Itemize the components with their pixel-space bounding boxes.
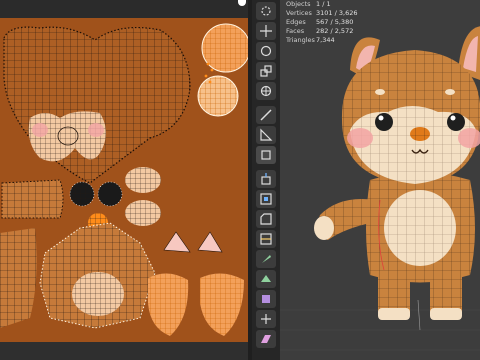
stat-label: Objects: [286, 0, 311, 8]
3d-viewport[interactable]: Objects 1 / 1 Vertices 3101 / 3,626 Edges 5…: [280, 0, 480, 360]
annotate-icon[interactable]: [256, 106, 276, 124]
axis-line: [417, 299, 421, 331]
uv-editor-panel[interactable]: [0, 0, 248, 360]
stat-edges: Edges 567 / 5,380: [286, 18, 357, 27]
model-eye-left: [375, 113, 393, 131]
stat-triangles: Triangles 7,344: [286, 36, 357, 45]
stat-label: Triangles: [286, 36, 315, 44]
transform-icon[interactable]: [256, 82, 276, 100]
stat-label: Edges: [286, 18, 306, 26]
tool-shelf: [252, 0, 280, 360]
stat-value: 7,344: [316, 36, 335, 44]
shiba-model[interactable]: [280, 0, 480, 360]
inset-icon[interactable]: [256, 190, 276, 208]
stat-value: 1 / 1: [316, 0, 331, 8]
measure-icon[interactable]: [256, 126, 276, 144]
poly-build-icon[interactable]: [256, 270, 276, 288]
model-arm: [314, 199, 375, 240]
stat-label: Faces: [286, 27, 305, 35]
move-icon[interactable]: [256, 22, 276, 40]
stat-value: 567 / 5,380: [316, 18, 354, 26]
shear-icon[interactable]: [256, 330, 276, 348]
model-body: [366, 172, 475, 283]
scale-icon[interactable]: [256, 62, 276, 80]
uv-editor-header: [0, 0, 248, 18]
model-head: [341, 50, 480, 185]
uv-island-strips: [1, 179, 64, 219]
bevel-icon[interactable]: [256, 210, 276, 228]
scene-statistics: Objects 1 / 1 Vertices 3101 / 3,626 Edges 5…: [286, 0, 357, 45]
stat-objects: Objects 1 / 1: [286, 0, 357, 9]
knife-icon[interactable]: [256, 250, 276, 268]
loop-cut-icon[interactable]: [256, 230, 276, 248]
uv-canvas[interactable]: [0, 18, 248, 342]
stat-vertices: Vertices 3101 / 3,626: [286, 9, 357, 18]
extrude-icon[interactable]: [256, 170, 276, 188]
spin-icon[interactable]: [256, 290, 276, 308]
cursor-icon[interactable]: [256, 2, 276, 20]
uv-island-face: [28, 111, 106, 162]
stat-faces: Faces 282 / 2,572: [286, 27, 357, 36]
rotate-icon[interactable]: [256, 42, 276, 60]
smooth-icon[interactable]: [256, 310, 276, 328]
add-cube-icon[interactable]: [256, 146, 276, 164]
stat-value: 282 / 2,572: [316, 27, 354, 35]
model-eye-right: [447, 113, 465, 131]
stat-value: 3101 / 3,626: [316, 9, 358, 17]
stat-label: Vertices: [286, 9, 312, 17]
